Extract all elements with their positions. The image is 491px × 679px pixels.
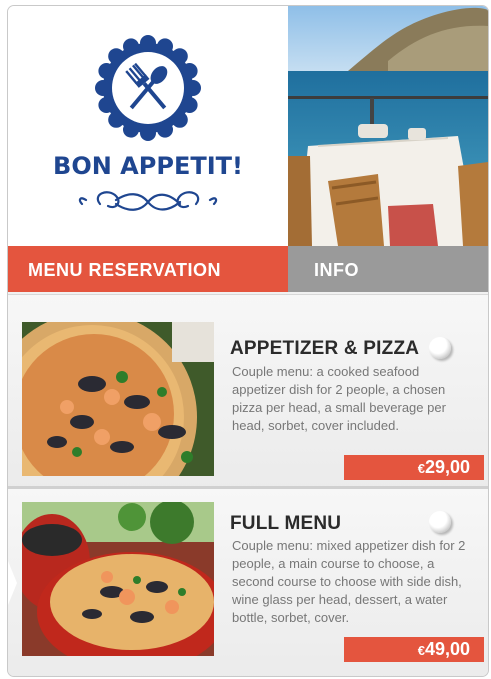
- restaurant-terrace-photo: [288, 6, 488, 246]
- flourish-ornament: [78, 191, 218, 211]
- price-badge: €29,00: [344, 455, 484, 480]
- logo-graphic: BON APPETIT!: [53, 35, 243, 211]
- pasta-image: [22, 502, 214, 656]
- pizza-image: [22, 322, 214, 476]
- fork-spoon-icon: [95, 35, 201, 141]
- menu-card: BON APPETIT! MENU RESERVATION INFO APPET…: [7, 5, 489, 677]
- tab-bar: MENU RESERVATION INFO: [8, 246, 488, 292]
- select-radio[interactable]: [429, 511, 451, 533]
- select-radio[interactable]: [429, 337, 451, 359]
- pizza-photo: [22, 322, 214, 476]
- item-title: APPETIZER & PIZZA: [230, 338, 420, 359]
- price-badge: €49,00: [344, 637, 484, 662]
- currency-symbol: €: [417, 643, 425, 658]
- item-title: FULL MENU: [230, 513, 342, 534]
- item-description: Couple menu: a cooked seafood appetizer …: [232, 364, 446, 433]
- logo-text: BON APPETIT!: [53, 152, 243, 180]
- price-amount: 49,00: [424, 639, 470, 659]
- menu-item-appetizer-pizza[interactable]: APPETIZER & PIZZA Couple menu: a cooked …: [8, 294, 488, 490]
- pasta-photo: [22, 502, 214, 656]
- tab-menu-reservation[interactable]: MENU RESERVATION: [8, 246, 288, 292]
- menu-item-full-menu[interactable]: FULL MENU Couple menu: mixed appetizer d…: [8, 486, 488, 676]
- logo: BON APPETIT!: [8, 6, 288, 246]
- tab-info[interactable]: INFO: [288, 246, 488, 292]
- price-amount: 29,00: [424, 457, 470, 477]
- item-description: Couple menu: mixed appetizer dish for 2 …: [232, 538, 466, 625]
- header: BON APPETIT!: [8, 6, 488, 246]
- terrace-image: [288, 6, 488, 246]
- currency-symbol: €: [417, 461, 425, 476]
- pointer-notch: [8, 561, 17, 605]
